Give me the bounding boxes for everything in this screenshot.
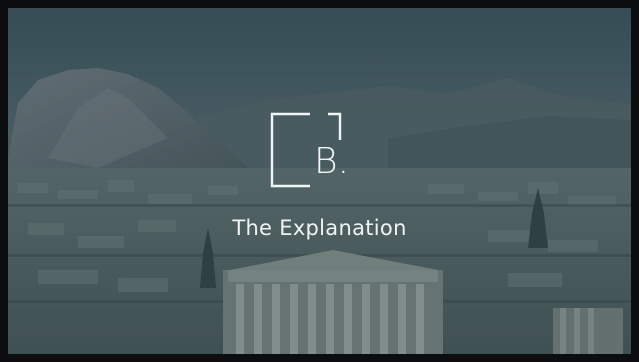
slide-title: The Explanation — [232, 216, 407, 240]
logo-letter: B. — [314, 141, 350, 182]
slide-frame: B. The Explanation — [0, 0, 639, 362]
